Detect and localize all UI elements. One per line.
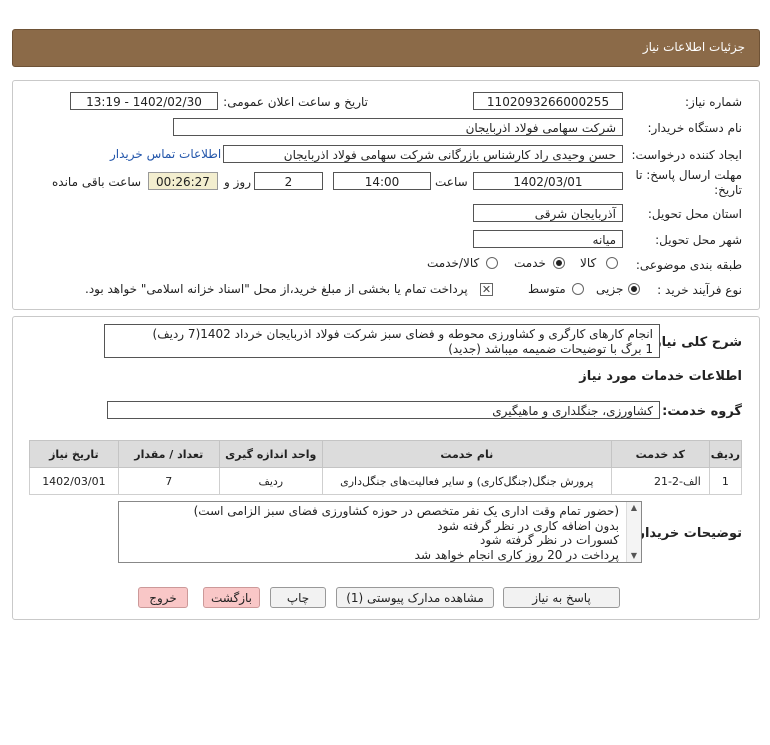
process-option-medium: متوسط <box>528 282 566 296</box>
buyer-note-line-4: پرداخت در 20 روز کاری انجام خواهد شد <box>414 547 619 562</box>
province-field: آذربایجان شرقی <box>473 204 623 222</box>
col-date: تاریخ نیاز <box>29 440 119 468</box>
description-line-2: 1 برگ با توضیحات ضمیمه میباشد (جدید) <box>448 342 653 356</box>
notes-scrollbar[interactable]: ▲ ▼ <box>626 502 641 562</box>
services-section-title: اطلاعات خدمات مورد نیاز <box>579 369 742 384</box>
cell-code: الف-2-21 <box>610 467 710 495</box>
buyer-org-label: نام دستگاه خریدار: <box>647 121 743 135</box>
time-label: ساعت <box>435 175 468 189</box>
category-option-goods: کالا <box>580 256 597 270</box>
category-option-service: خدمت <box>514 256 546 270</box>
need-number-field: 1102093266000255 <box>473 92 623 110</box>
cell-date: 1402/03/01 <box>29 467 119 495</box>
requester-label: ایجاد کننده درخواست: <box>631 148 742 162</box>
col-row: ردیف <box>708 440 743 468</box>
remaining-label: ساعت باقی مانده <box>52 175 142 189</box>
table-row: 1 الف-2-21 پرورش جنگل(جنگل‌کاری) و سایر … <box>29 467 743 495</box>
info-panel <box>12 80 760 310</box>
city-label: شهر محل تحویل: <box>655 233 742 247</box>
category-option-goods-service: کالا/خدمت <box>427 256 480 270</box>
category-radio-goods-service[interactable] <box>486 257 498 269</box>
process-radio-minor[interactable] <box>628 283 640 295</box>
announce-label: تاریخ و ساعت اعلان عمومی: <box>223 95 368 109</box>
reply-button[interactable]: پاسخ به نیاز <box>503 587 620 608</box>
category-label: طبقه بندی موضوعی: <box>635 258 742 272</box>
page-header: جزئیات اطلاعات نیاز <box>12 29 760 67</box>
cell-unit: ردیف <box>218 467 323 495</box>
deadline-label-date: تاریخ: <box>714 183 742 197</box>
announce-field: 1402/02/30 - 13:19 <box>70 92 218 110</box>
view-documents-button[interactable]: مشاهده مدارک پیوستی (1) <box>336 587 494 608</box>
table-header-row: ردیف کد خدمت نام خدمت واحد اندازه گیری ت… <box>29 440 743 468</box>
description-label: شرح کلی نیاز: <box>648 335 742 350</box>
col-name: نام خدمت <box>321 440 612 468</box>
contact-info-link[interactable]: اطلاعات تماس خریدار <box>110 147 221 161</box>
category-radio-goods[interactable] <box>606 257 618 269</box>
buyer-notes-label: توضیحات خریدار: <box>632 526 742 541</box>
payment-note: پرداخت تمام یا بخشی از مبلغ خرید،از محل … <box>85 282 468 296</box>
print-button[interactable]: چاپ <box>270 587 326 608</box>
days-field: 2 <box>254 172 323 190</box>
requester-field: حسن وحیدی راد کارشناس بازرگانی شرکت سهام… <box>223 145 623 163</box>
buyer-org-field: شرکت سهامی فولاد اذربایجان <box>173 118 623 136</box>
service-group-field: کشاورزی، جنگلداری و ماهیگیری <box>107 401 660 419</box>
buyer-note-line-1: (حضور تمام وقت اداری یک نفر متخصص در حوز… <box>193 504 619 518</box>
process-radio-medium[interactable] <box>572 283 584 295</box>
service-group-label: گروه خدمت: <box>662 404 742 419</box>
services-table: ردیف کد خدمت نام خدمت واحد اندازه گیری ت… <box>29 440 743 495</box>
page-title: جزئیات اطلاعات نیاز <box>642 40 745 54</box>
exit-button[interactable]: خروج <box>138 587 188 608</box>
province-label: استان محل تحویل: <box>647 207 742 221</box>
buyer-note-line-3: کسورات در نظر گرفته شود <box>480 533 619 547</box>
scroll-up-icon[interactable]: ▲ <box>627 502 641 514</box>
col-unit: واحد اندازه گیری <box>218 440 323 468</box>
cell-row: 1 <box>708 467 743 495</box>
scroll-down-icon[interactable]: ▼ <box>627 550 641 562</box>
process-label: نوع فرآیند خرید : <box>657 283 742 297</box>
buyer-notes-text: (حضور تمام وقت اداری یک نفر متخصص در حوز… <box>194 504 619 562</box>
treasury-checkbox[interactable]: ✕ <box>480 283 493 296</box>
description-box: انجام کارهای کارگری و کشاورزی محوطه و فض… <box>104 324 660 358</box>
description-line-1: انجام کارهای کارگری و کشاورزی محوطه و فض… <box>152 327 653 341</box>
cell-name: پرورش جنگل(جنگل‌کاری) و سایر فعالیت‌های … <box>321 467 612 495</box>
buyer-note-line-2: بدون اضافه کاری در نظر گرفته شود <box>437 518 619 533</box>
cell-quantity: 7 <box>117 467 220 495</box>
buyer-notes-box[interactable]: (حضور تمام وقت اداری یک نفر متخصص در حوز… <box>118 501 642 563</box>
need-number-label: شماره نیاز: <box>685 95 742 109</box>
col-code: کد خدمت <box>610 440 710 468</box>
process-option-minor: جزیی <box>596 282 624 296</box>
remaining-time-field: 00:26:27 <box>148 172 218 190</box>
back-button[interactable]: بازگشت <box>203 587 260 608</box>
days-label: روز و <box>224 175 251 189</box>
deadline-date-field: 1402/03/01 <box>473 172 623 190</box>
deadline-time-field: 14:00 <box>333 172 431 190</box>
category-radio-service[interactable] <box>553 257 565 269</box>
city-field: میانه <box>473 230 623 248</box>
col-quantity: تعداد / مقدار <box>117 440 220 468</box>
deadline-label: مهلت ارسال پاسخ: تا <box>635 168 742 182</box>
